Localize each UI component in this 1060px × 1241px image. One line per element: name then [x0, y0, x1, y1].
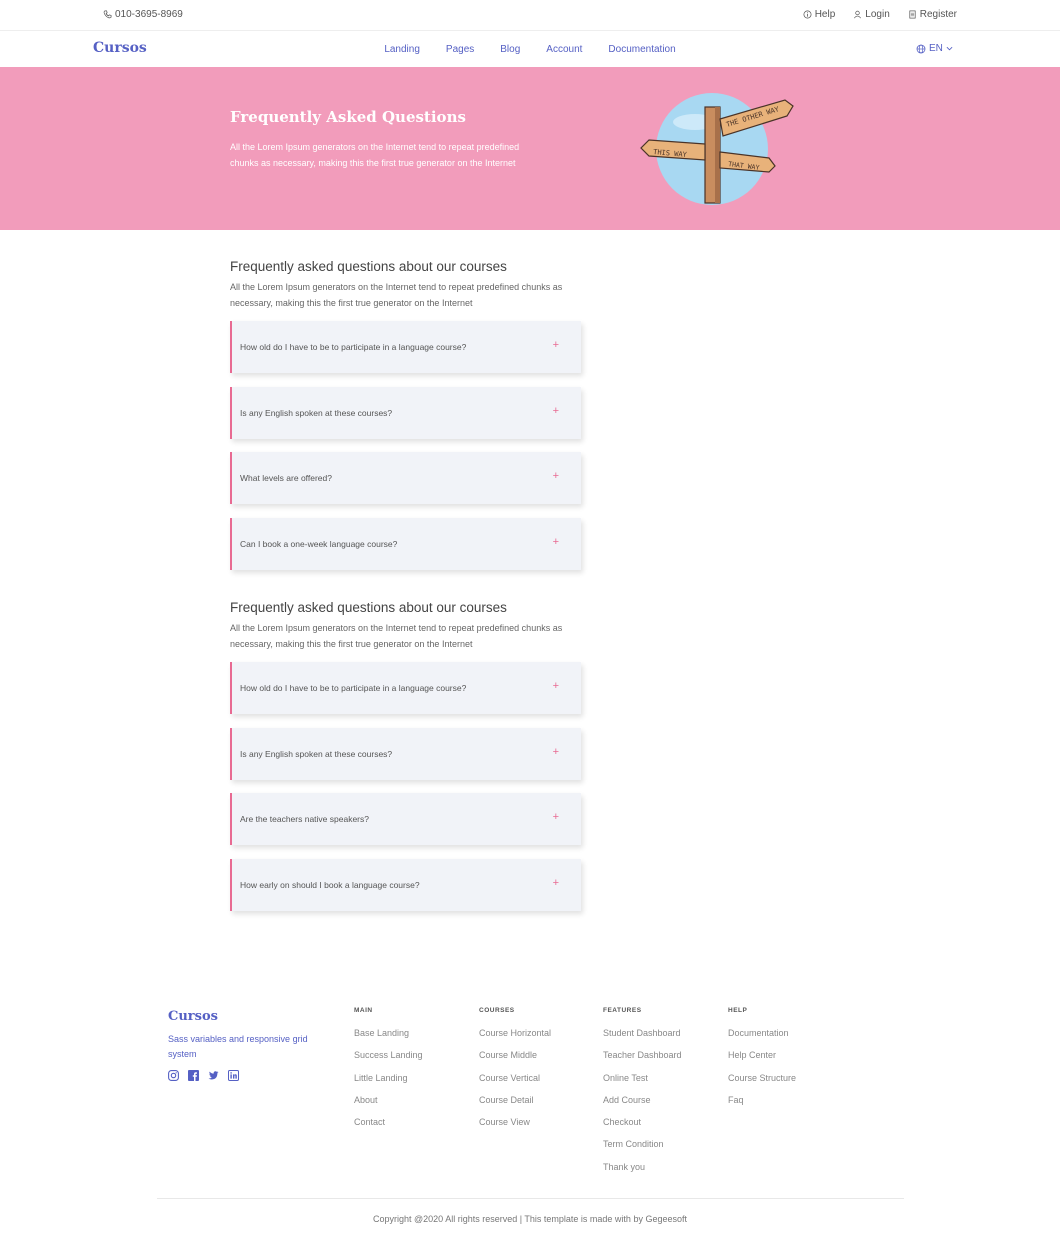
- faq-list: How old do I have to be to participate i…: [230, 662, 590, 911]
- faq-heading: Frequently asked questions about our cou…: [230, 600, 507, 615]
- nav-account[interactable]: Account: [546, 44, 582, 55]
- document-icon: [909, 10, 916, 19]
- hero-title: Frequently Asked Questions: [230, 108, 466, 126]
- social-links: [168, 1068, 239, 1081]
- footer-column-title: MAIN: [354, 1007, 373, 1014]
- nav-pages[interactable]: Pages: [446, 44, 474, 55]
- footer-link[interactable]: Base Landing: [354, 1022, 423, 1044]
- footer-column-courses: COURSES Course Horizontal Course Middle …: [479, 1007, 551, 1133]
- copyright-text: Copyright @2020 All rights reserved | Th…: [373, 1214, 687, 1224]
- phone-number[interactable]: 010-3695-8969: [103, 9, 183, 20]
- help-label: Help: [814, 9, 836, 20]
- language-selector[interactable]: EN: [916, 43, 953, 54]
- footer-link[interactable]: Teacher Dashboard: [603, 1044, 682, 1066]
- footer-link[interactable]: Term Condition: [603, 1133, 682, 1155]
- footer-link[interactable]: Online Test: [603, 1067, 682, 1089]
- footer-link[interactable]: Contact: [354, 1111, 423, 1133]
- login-link[interactable]: Login: [853, 9, 890, 20]
- faq-question: How early on should I book a language co…: [240, 879, 420, 890]
- help-link[interactable]: Help: [803, 9, 836, 20]
- faq-item[interactable]: How old do I have to be to participate i…: [230, 662, 581, 714]
- faq-question: What levels are offered?: [240, 473, 332, 483]
- faq-item[interactable]: Is any English spoken at these courses? …: [230, 727, 581, 780]
- faq-item[interactable]: What levels are offered? +: [230, 452, 581, 504]
- nav-links: Landing Pages Blog Account Documentation: [0, 44, 1060, 55]
- footer-link[interactable]: Thank you: [603, 1156, 682, 1178]
- user-icon: [854, 10, 862, 19]
- phone-icon: [103, 10, 112, 19]
- nav-blog[interactable]: Blog: [500, 44, 520, 55]
- footer-link[interactable]: Course Detail: [479, 1089, 551, 1111]
- footer-link[interactable]: Course Vertical: [479, 1067, 551, 1089]
- footer-link[interactable]: Add Course: [603, 1089, 682, 1111]
- faq-section-2: Frequently asked questions about our cou…: [230, 600, 590, 924]
- plus-icon[interactable]: +: [553, 680, 559, 692]
- twitter-icon[interactable]: [208, 1068, 219, 1080]
- footer-link[interactable]: Student Dashboard: [603, 1022, 682, 1044]
- top-links: Help Login Register: [803, 9, 957, 20]
- footer-column-features: FEATURES Student Dashboard Teacher Dashb…: [603, 1007, 682, 1178]
- info-icon: [803, 10, 812, 19]
- faq-question: Is any English spoken at these courses?: [240, 748, 393, 759]
- footer-link[interactable]: Little Landing: [354, 1067, 423, 1089]
- faq-question: How old do I have to be to participate i…: [240, 683, 467, 693]
- hero-text: All the Lorem Ipsum generators on the In…: [230, 142, 520, 168]
- footer-column-title: COURSES: [479, 1007, 515, 1014]
- plus-icon[interactable]: +: [553, 470, 559, 482]
- top-bar: 010-3695-8969 Help Login Register: [0, 0, 1060, 30]
- faq-item[interactable]: Can I book a one-week language course? +: [230, 517, 581, 570]
- faq-item[interactable]: Are the teachers native speakers? +: [230, 793, 581, 845]
- footer-link[interactable]: Course Middle: [479, 1044, 551, 1066]
- faq-question: How old do I have to be to participate i…: [240, 342, 467, 352]
- footer-column-help: HELP Documentation Help Center Course St…: [728, 1007, 796, 1111]
- footer-divider: [157, 1198, 904, 1199]
- plus-icon[interactable]: +: [553, 877, 559, 889]
- plus-icon[interactable]: +: [553, 746, 559, 758]
- footer-link[interactable]: Documentation: [728, 1022, 796, 1044]
- chevron-down-icon: [946, 46, 953, 51]
- faq-item[interactable]: Is any English spoken at these courses? …: [230, 386, 581, 439]
- footer-link[interactable]: Course Structure: [728, 1067, 796, 1089]
- footer-link[interactable]: About: [354, 1089, 423, 1111]
- faq-description: All the Lorem Ipsum generators on the In…: [230, 623, 563, 649]
- footer-link[interactable]: Help Center: [728, 1044, 796, 1066]
- footer-link[interactable]: Checkout: [603, 1111, 682, 1133]
- login-label: Login: [865, 9, 890, 20]
- register-label: Register: [919, 9, 957, 20]
- faq-section-1: Frequently asked questions about our cou…: [230, 259, 590, 583]
- footer-tagline: Sass variables and responsive grid syste…: [168, 1034, 308, 1059]
- nav-landing[interactable]: Landing: [384, 44, 420, 55]
- footer-column-title: FEATURES: [603, 1007, 642, 1014]
- footer-link[interactable]: Success Landing: [354, 1044, 423, 1066]
- facebook-icon[interactable]: [188, 1068, 199, 1081]
- faq-question: Is any English spoken at these courses?: [240, 407, 393, 418]
- footer-brand[interactable]: Cursos: [168, 1009, 218, 1024]
- plus-icon[interactable]: +: [553, 339, 559, 351]
- nav-documentation[interactable]: Documentation: [608, 44, 675, 55]
- instagram-icon[interactable]: [168, 1068, 179, 1081]
- register-link[interactable]: Register: [908, 9, 957, 20]
- footer-column-main: MAIN Base Landing Success Landing Little…: [354, 1007, 423, 1133]
- faq-item[interactable]: How old do I have to be to participate i…: [230, 321, 581, 373]
- footer-link[interactable]: Course View: [479, 1111, 551, 1133]
- footer-link[interactable]: Course Horizontal: [479, 1022, 551, 1044]
- navbar: Cursos Landing Pages Blog Account Docume…: [0, 30, 1060, 67]
- hero-banner: Frequently Asked Questions All the Lorem…: [0, 67, 1060, 230]
- faq-question: Are the teachers native speakers?: [240, 814, 369, 824]
- signpost-illustration: THE OTHER WAY THIS WAY THAT WAY: [640, 93, 794, 205]
- globe-icon: [916, 44, 926, 53]
- plus-icon[interactable]: +: [553, 405, 559, 417]
- faq-item[interactable]: How early on should I book a language co…: [230, 858, 581, 911]
- faq-description: All the Lorem Ipsum generators on the In…: [230, 282, 563, 308]
- faq-question: Can I book a one-week language course?: [240, 538, 398, 549]
- language-label: EN: [929, 43, 943, 54]
- linkedin-icon[interactable]: [228, 1068, 239, 1081]
- faq-heading: Frequently asked questions about our cou…: [230, 259, 507, 274]
- faq-list: How old do I have to be to participate i…: [230, 321, 590, 570]
- footer-link[interactable]: Faq: [728, 1089, 796, 1111]
- footer-column-title: HELP: [728, 1007, 748, 1014]
- plus-icon[interactable]: +: [553, 536, 559, 548]
- phone-text: 010-3695-8969: [115, 9, 183, 20]
- plus-icon[interactable]: +: [553, 811, 559, 823]
